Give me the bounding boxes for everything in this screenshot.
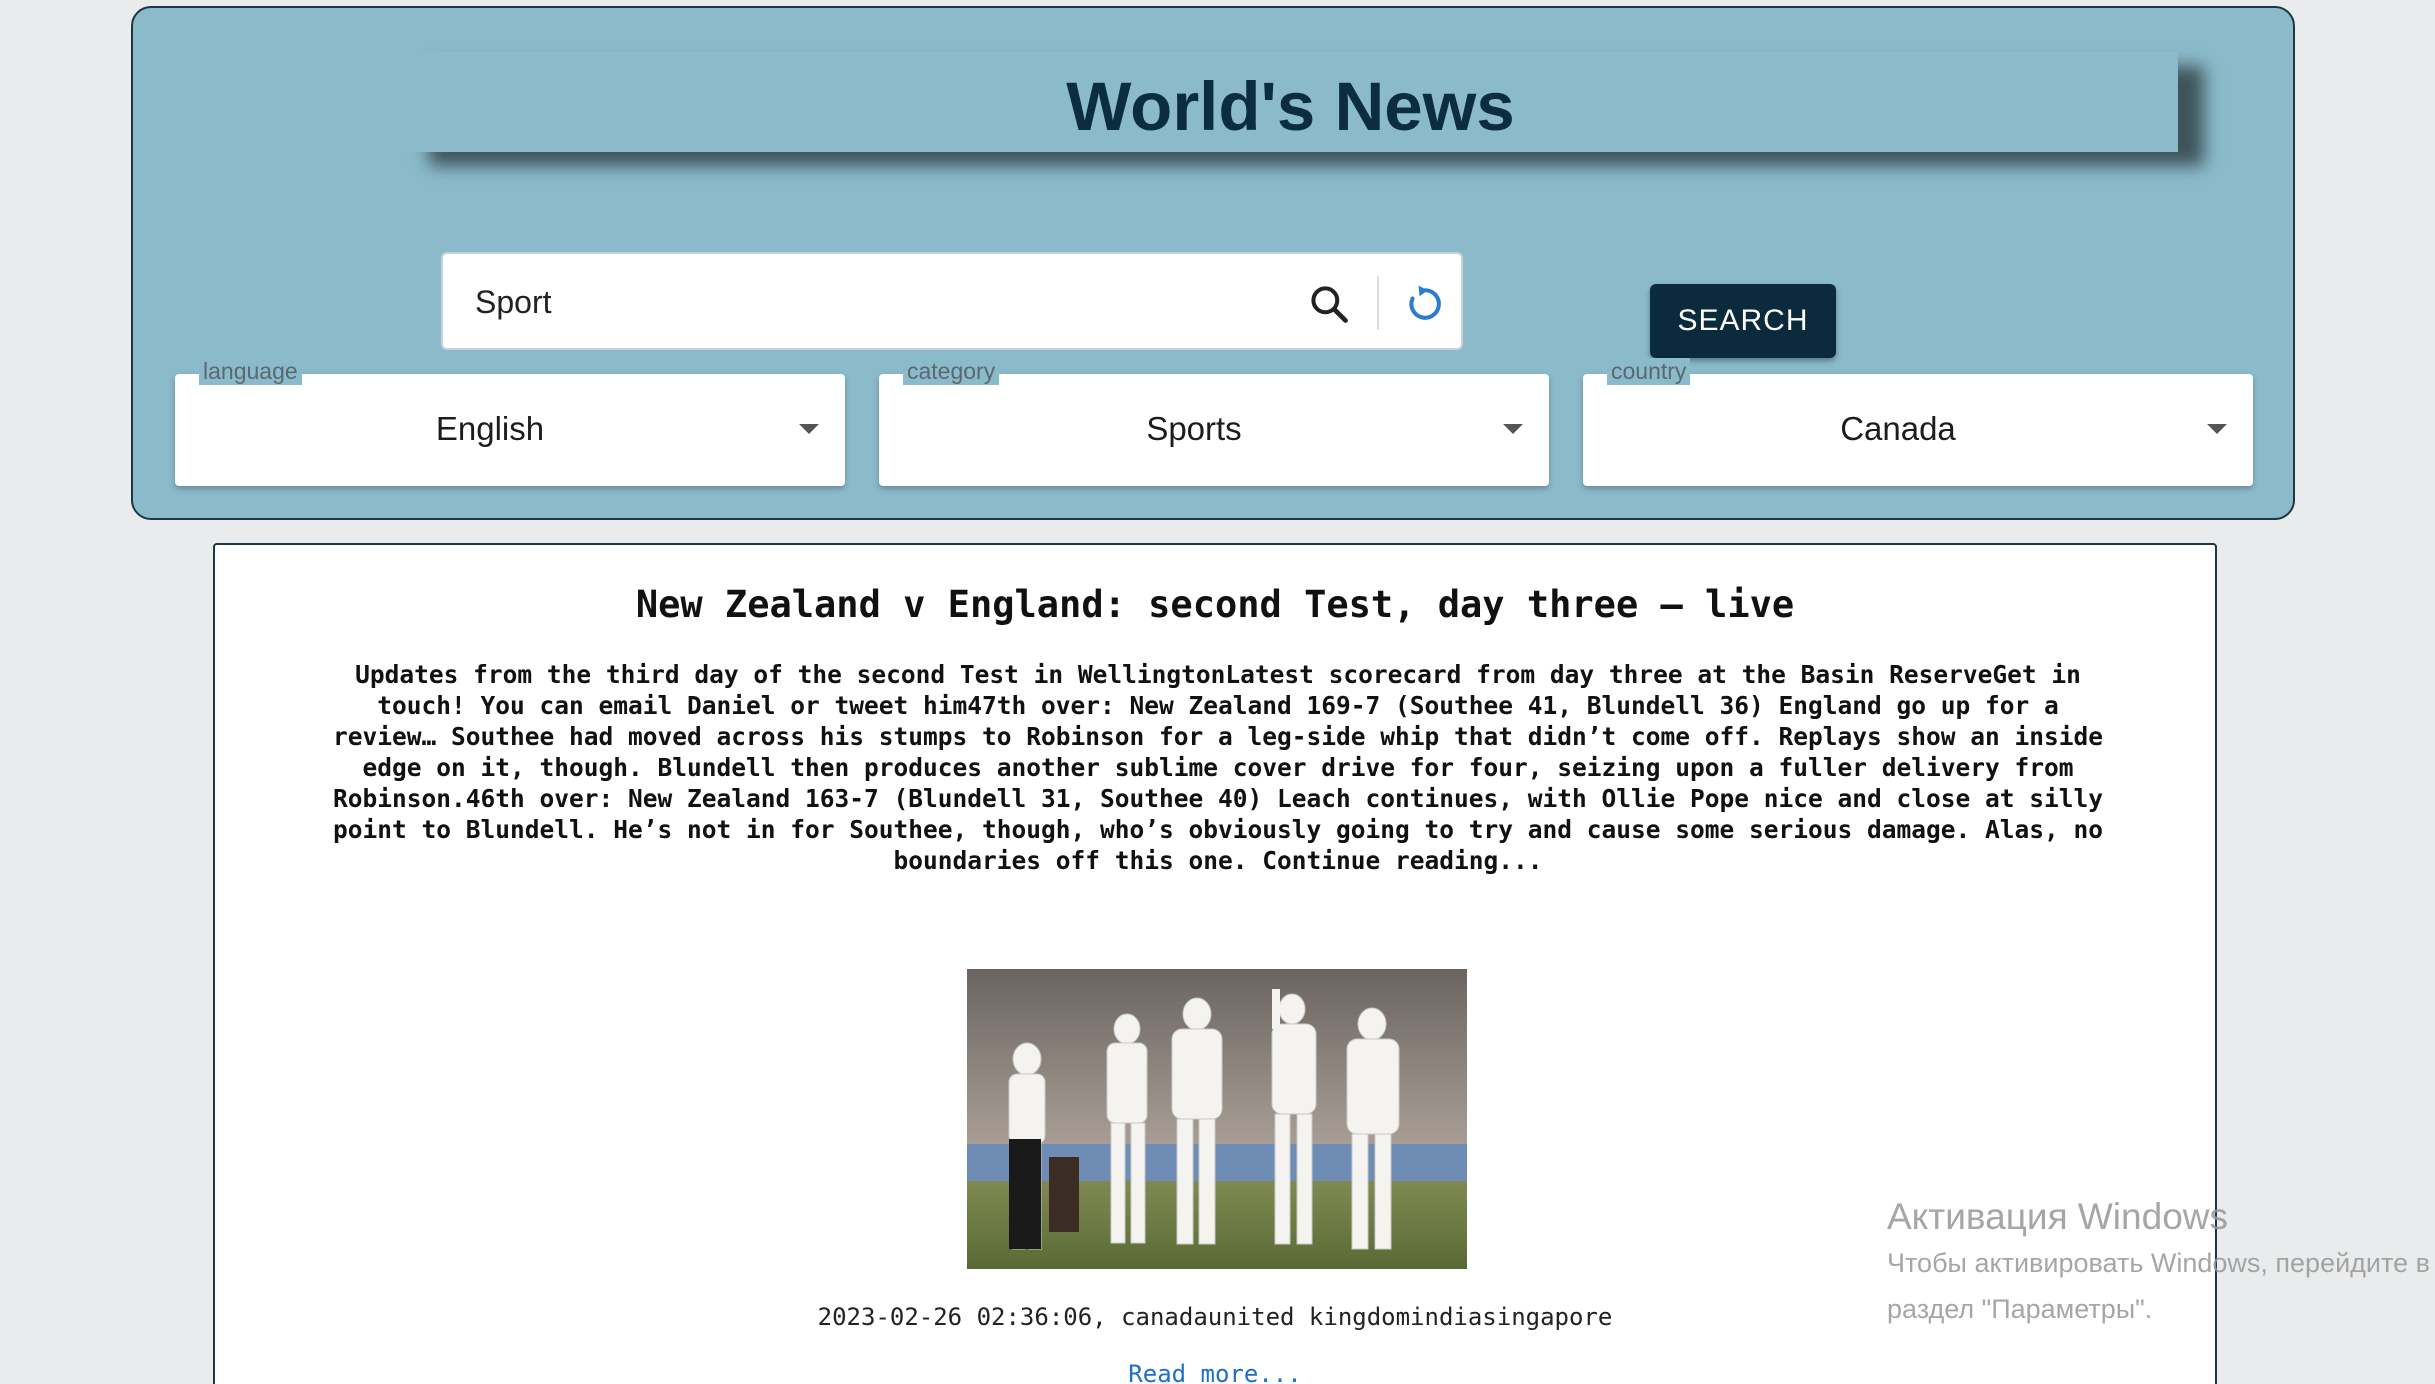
category-label: category <box>903 358 1000 385</box>
chevron-down-icon[interactable] <box>1503 424 1523 434</box>
cricket-photo <box>967 969 1467 1269</box>
country-value: Canada <box>1840 410 1956 447</box>
language-value: English <box>435 410 545 447</box>
country-select[interactable]: country Canada <box>1583 358 2253 486</box>
search-input[interactable] <box>473 276 1257 328</box>
category-select[interactable]: category Sports <box>879 358 1549 486</box>
refresh-icon[interactable] <box>1403 282 1447 326</box>
chevron-down-icon[interactable] <box>2207 424 2227 434</box>
watermark-title: Активация Windows <box>1887 1196 2228 1237</box>
search-box[interactable] <box>441 252 1463 350</box>
country-label: country <box>1607 358 1691 385</box>
article-title: New Zealand v England: second Test, day … <box>635 583 1795 626</box>
chevron-down-icon[interactable] <box>799 424 819 434</box>
windows-activation-watermark: Активация Windows Чтобы активировать Win… <box>1887 1196 2435 1330</box>
page: World's News SEARCH language English cat… <box>0 0 2435 1384</box>
watermark-line-2: раздел "Параметры". <box>1887 1294 2153 1324</box>
watermark-line-1: Чтобы активировать Windows, перейдите в <box>1887 1248 2430 1278</box>
language-select[interactable]: language English <box>175 358 845 486</box>
category-value: Sports <box>1146 410 1242 447</box>
header-panel: World's News SEARCH language English cat… <box>131 6 2295 520</box>
article-body: Updates from the third day of the second… <box>332 660 2104 875</box>
search-icon[interactable] <box>1307 282 1351 326</box>
language-label: language <box>199 358 302 385</box>
read-more-link[interactable]: Read more... <box>215 1360 2215 1384</box>
article-image <box>967 969 1467 1269</box>
title-box: World's News <box>403 52 2178 152</box>
page-title: World's News <box>1066 68 1515 145</box>
search-divider <box>1377 276 1379 330</box>
search-button[interactable]: SEARCH <box>1650 284 1836 358</box>
